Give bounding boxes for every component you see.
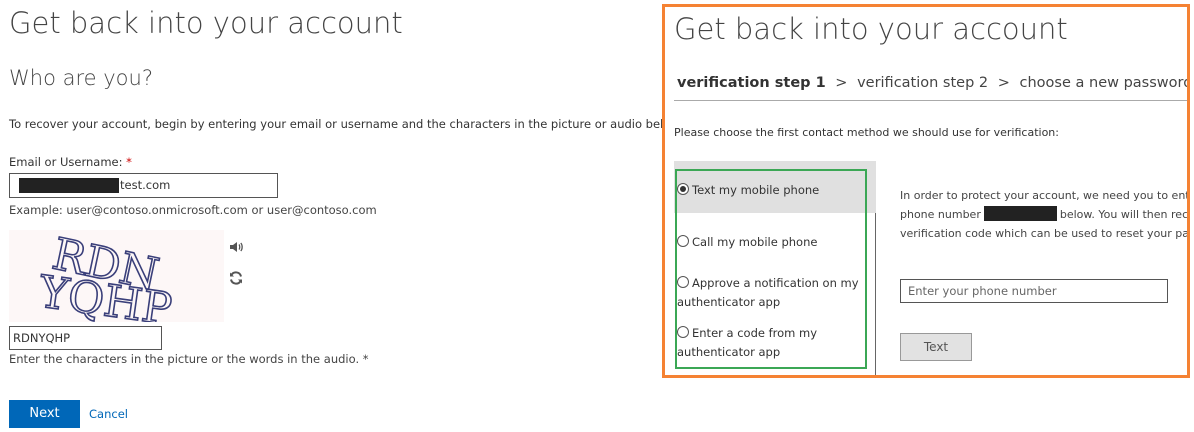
step-separator: >: [835, 75, 848, 91]
captcha-image: RDN YQHP: [9, 230, 224, 322]
recovery-form-panel: Get back into your account Who are you? …: [0, 0, 682, 432]
page-title: Get back into your account: [9, 6, 403, 40]
phone-number-input[interactable]: Enter your phone number: [900, 279, 1168, 303]
intro-text: To recover your account, begin by enteri…: [9, 117, 683, 131]
verification-title: Get back into your account: [674, 12, 1068, 46]
step-2-label: verification step 2: [857, 75, 989, 91]
step-separator: >: [997, 75, 1010, 91]
required-mark: *: [126, 155, 132, 169]
email-label: Email or Username: *: [9, 155, 132, 169]
breadcrumb-divider: [674, 100, 1187, 101]
info-line-3: verification code which can be used to r…: [900, 227, 1190, 240]
contact-method-prompt: Please choose the first contact method w…: [674, 126, 1059, 139]
step-3-label: choose a new password: [1019, 75, 1190, 91]
email-example: Example: user@contoso.onmicrosoft.com or…: [9, 203, 377, 217]
step-1-label: verification step 1: [677, 75, 826, 91]
captcha-help-text: Enter the characters in the picture or t…: [9, 352, 369, 366]
redaction-bar: [983, 206, 1057, 221]
info-line-1: In order to protect your account, we nee…: [900, 189, 1190, 202]
email-input[interactable]: test.com: [9, 173, 278, 198]
speaker-icon[interactable]: [228, 239, 244, 255]
verification-info-text: In order to protect your account, we nee…: [900, 186, 1190, 243]
info-line-2-post: below. You will then rec: [1059, 208, 1189, 221]
step-breadcrumb: verification step 1 > verification step …: [677, 75, 1190, 91]
text-button[interactable]: Text: [900, 333, 972, 361]
info-line-2-pre: phone number: [900, 208, 981, 221]
next-button[interactable]: Next: [9, 400, 80, 428]
method-list-highlight-box: [675, 169, 867, 369]
email-label-text: Email or Username:: [9, 155, 123, 169]
page-subtitle: Who are you?: [9, 66, 153, 90]
captcha-input[interactable]: RDNYQHP: [9, 326, 162, 350]
info-line-2: phone number below. You will then rec: [900, 205, 1189, 224]
email-input-value: test.com: [120, 178, 171, 192]
cancel-link[interactable]: Cancel: [89, 407, 128, 421]
refresh-icon[interactable]: [228, 270, 244, 286]
redaction-bar: [19, 178, 119, 193]
verification-panel: Get back into your account verification …: [662, 4, 1190, 378]
